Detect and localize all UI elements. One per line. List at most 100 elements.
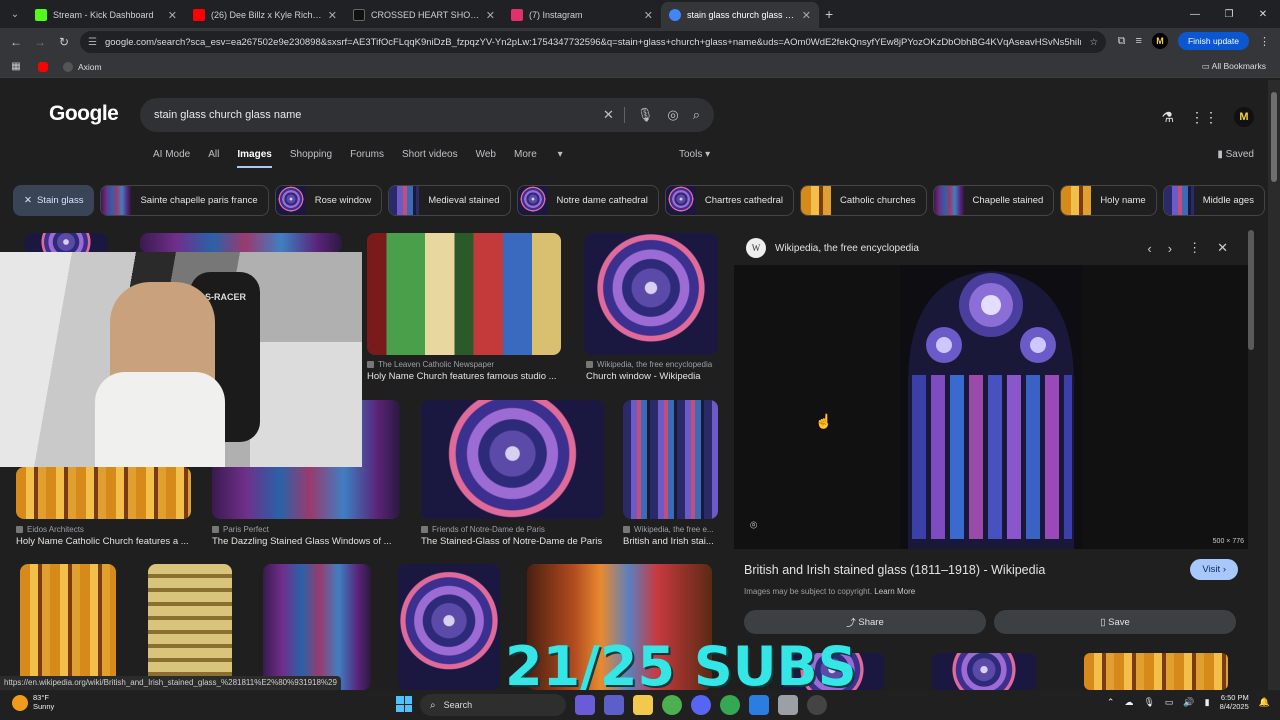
result-image[interactable] (148, 564, 232, 690)
tab-web[interactable]: Web (476, 149, 496, 168)
scrollbar-thumb[interactable] (1271, 92, 1277, 182)
result-title[interactable]: Holy Name Church features famous studio … (367, 371, 561, 382)
chrome-icon[interactable] (662, 695, 682, 715)
cloud-icon[interactable]: ☁ (1124, 697, 1133, 708)
close-icon[interactable]: ✕ (486, 9, 495, 22)
apps-icon[interactable]: ⋮⋮ (1190, 109, 1218, 126)
lens-search-icon[interactable]: ⌾ (750, 518, 757, 533)
back-icon[interactable]: ← (4, 35, 28, 49)
close-icon[interactable]: ✕ (644, 9, 653, 22)
notifications-icon[interactable]: 🔔 (1259, 697, 1270, 708)
tab-youtube[interactable]: (26) Dee Billz x Kyle Richh - Tap ✕ (185, 2, 345, 28)
tab-shopping[interactable]: Shopping (290, 149, 332, 168)
chip-chartres[interactable]: Chartres cathedral (664, 185, 795, 216)
taskbar-search[interactable]: ⌕ Search (420, 694, 566, 716)
discord-icon[interactable] (691, 695, 711, 715)
labs-flask-icon[interactable]: ⚗ (1161, 109, 1174, 126)
preview-site[interactable]: Wikipedia, the free encyclopedia (775, 243, 1147, 254)
menu-icon[interactable]: ⋮ (1259, 35, 1270, 48)
result-image[interactable] (623, 400, 718, 519)
tab-shop[interactable]: CROSSED HEART SHORT SLEEVE ✕ (345, 2, 503, 28)
share-button[interactable]: ⤴ Share (744, 610, 986, 634)
chip-sainte-chapelle[interactable]: Sainte chapelle paris france (100, 185, 269, 216)
weather-widget[interactable]: 83°F Sunny (12, 693, 54, 711)
close-window-icon[interactable]: ✕ (1246, 0, 1280, 28)
result-title[interactable]: The Dazzling Stained Glass Windows of ..… (212, 536, 400, 547)
tab-images[interactable]: Images (237, 149, 272, 168)
result-title[interactable]: Holy Name Catholic Church features a ... (16, 536, 196, 547)
related-image[interactable] (932, 653, 1036, 690)
chip-notre-dame[interactable]: Notre dame cathedral (516, 185, 659, 216)
tab-more[interactable]: More ▾ (514, 149, 581, 168)
tab-google-active[interactable]: stain glass church glass name - ✕ (661, 2, 819, 28)
close-icon[interactable]: ✕ (168, 9, 177, 22)
reading-list-icon[interactable]: ≡ (1136, 35, 1142, 47)
next-icon[interactable]: › (1168, 241, 1172, 256)
finish-update-button[interactable]: Finish update (1177, 32, 1249, 50)
clear-icon[interactable]: ✕ (603, 107, 614, 123)
chip-medieval[interactable]: Medieval stained (388, 185, 511, 216)
close-icon[interactable]: ✕ (24, 195, 32, 206)
visit-button[interactable]: Visit › (1190, 559, 1238, 580)
network-icon[interactable]: ▭ (1165, 697, 1174, 708)
tools-menu[interactable]: Tools ▾ (679, 149, 710, 160)
obs-icon[interactable] (807, 695, 827, 715)
reload-icon[interactable]: ↻ (52, 35, 76, 49)
url-field[interactable]: ☰ google.com/search?sca_esv=ea267502e9e2… (80, 31, 1106, 53)
account-avatar[interactable]: M (1234, 107, 1254, 127)
bookmark-youtube[interactable] (38, 61, 53, 72)
calculator-icon[interactable] (778, 695, 798, 715)
file-explorer-icon[interactable] (633, 695, 653, 715)
clock[interactable]: 6:50 PM 8/4/2025 (1220, 693, 1249, 712)
camera-lens-icon[interactable]: ◎ (667, 107, 678, 123)
close-icon[interactable]: ✕ (1217, 240, 1228, 256)
mic-icon[interactable]: 🎙 (1143, 697, 1154, 708)
result-image[interactable] (24, 233, 108, 253)
close-icon[interactable]: ✕ (328, 9, 337, 22)
related-image[interactable] (1084, 653, 1228, 690)
saved-link[interactable]: ▮ Saved (1217, 149, 1254, 160)
result-image[interactable] (398, 564, 500, 690)
result-image[interactable] (20, 564, 116, 690)
battery-icon[interactable]: ▮ (1205, 697, 1210, 708)
minimize-icon[interactable]: — (1178, 0, 1212, 28)
more-options-icon[interactable]: ⋮ (1188, 240, 1201, 256)
tab-forums[interactable]: Forums (350, 149, 384, 168)
google-logo[interactable]: Google (49, 102, 119, 126)
volume-icon[interactable]: 🔊 (1183, 697, 1194, 708)
result-title[interactable]: The Stained-Glass of Notre-Dame de Paris (421, 536, 611, 547)
chip-rose-window[interactable]: Rose window (274, 185, 383, 216)
forward-icon[interactable]: → (28, 35, 52, 49)
tab-search-button[interactable]: ⌄ (3, 4, 27, 24)
all-bookmarks[interactable]: ▭ All Bookmarks (1202, 61, 1266, 72)
search-input[interactable]: stain glass church glass name (154, 109, 589, 121)
result-image[interactable] (16, 467, 191, 519)
extensions-icon[interactable]: ⧉ (1118, 35, 1126, 48)
mic-icon[interactable]: 🎙 (623, 107, 653, 123)
preview-image[interactable]: ⌾ 500 × 776 (734, 265, 1248, 549)
apps-grid-icon[interactable]: ▦ (4, 61, 28, 72)
search-box[interactable]: stain glass church glass name ✕ 🎙 ◎ ⌕ (140, 98, 714, 132)
chevron-up-icon[interactable]: ⌃ (1107, 697, 1115, 708)
restore-icon[interactable]: ❐ (1212, 0, 1246, 28)
result-image[interactable] (263, 564, 371, 690)
save-button[interactable]: ▯ Save (994, 610, 1236, 634)
new-tab-icon[interactable]: + (825, 6, 833, 22)
preview-title[interactable]: British and Irish stained glass (1811–19… (744, 563, 1045, 577)
result-image[interactable] (140, 233, 342, 253)
copilot-icon[interactable] (575, 695, 595, 715)
result-title[interactable]: British and Irish stai... (623, 536, 718, 547)
notepad-icon[interactable] (749, 695, 769, 715)
result-image[interactable] (421, 400, 604, 519)
search-icon[interactable]: ⌕ (693, 107, 700, 123)
result-image[interactable] (367, 233, 561, 355)
tab-ai-mode[interactable]: AI Mode (153, 149, 190, 168)
close-icon[interactable]: ✕ (802, 9, 811, 22)
tab-all[interactable]: All (208, 149, 219, 168)
tab-kick[interactable]: Stream - Kick Dashboard ✕ (27, 2, 185, 28)
profile-avatar[interactable]: M (1151, 33, 1168, 49)
chrome-profile-icon[interactable] (720, 695, 740, 715)
teams-icon[interactable] (604, 695, 624, 715)
tab-instagram[interactable]: (7) Instagram ✕ (503, 2, 661, 28)
learn-more-link[interactable]: Learn More (874, 587, 915, 596)
